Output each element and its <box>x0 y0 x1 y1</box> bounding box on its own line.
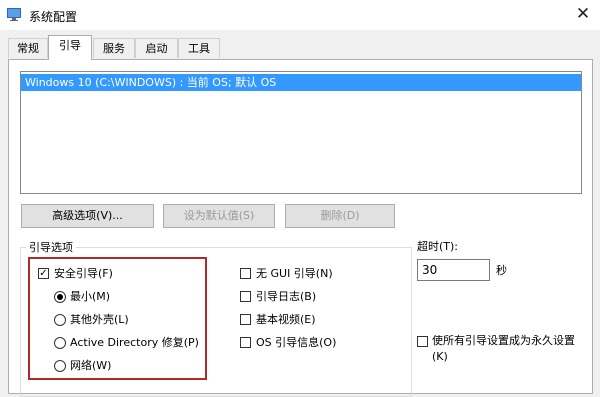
tab-startup[interactable]: 启动 <box>135 38 178 58</box>
make-permanent-checkbox[interactable] <box>417 336 428 347</box>
safe-boot-label[interactable]: 安全引导(F) <box>54 267 113 281</box>
network-radio[interactable] <box>54 360 66 372</box>
tab-general[interactable]: 常规 <box>8 38 48 58</box>
make-permanent-label[interactable]: 使所有引导设置成为永久设置 <box>432 334 575 348</box>
tab-services[interactable]: 服务 <box>93 38 135 58</box>
tab-boot[interactable]: 引导 <box>48 35 92 60</box>
base-video-checkbox[interactable] <box>240 314 251 325</box>
timeout-input[interactable]: 30 <box>417 259 490 281</box>
tab-label: 启动 <box>145 42 168 55</box>
boot-log-label[interactable]: 引导日志(B) <box>256 290 316 304</box>
make-permanent-label-hotkey[interactable]: (K) <box>432 350 448 364</box>
system-config-icon <box>7 8 21 21</box>
advanced-options-button[interactable]: 高级选项(V)... <box>21 204 154 228</box>
no-gui-boot-checkbox[interactable] <box>240 268 251 279</box>
safe-boot-checkbox[interactable]: ✓ <box>38 268 49 279</box>
ad-repair-radio[interactable] <box>54 337 66 349</box>
alternate-shell-label[interactable]: 其他外壳(L) <box>70 313 129 327</box>
network-label[interactable]: 网络(W) <box>70 359 111 373</box>
os-boot-info-checkbox[interactable] <box>240 337 251 348</box>
timeout-unit: 秒 <box>496 264 507 277</box>
ad-repair-label[interactable]: Active Directory 修复(P) <box>70 336 199 350</box>
close-button[interactable]: ✕ <box>572 3 594 25</box>
delete-button[interactable]: 删除(D) <box>285 204 395 228</box>
tab-label: 常规 <box>17 42 39 55</box>
boot-options-label: 引导选项 <box>26 239 76 255</box>
set-default-button[interactable]: 设为默认值(S) <box>163 204 275 228</box>
minimal-label[interactable]: 最小(M) <box>70 290 110 304</box>
os-list-item[interactable]: Windows 10 (C:\WINDOWS) : 当前 OS; 默认 OS <box>21 74 581 91</box>
tab-label: 工具 <box>188 42 210 55</box>
tab-tools[interactable]: 工具 <box>178 38 220 58</box>
os-boot-info-label[interactable]: OS 引导信息(O) <box>256 336 336 350</box>
tab-label: 服务 <box>103 42 125 55</box>
timeout-label: 超时(T): <box>417 240 459 253</box>
minimal-radio[interactable] <box>54 291 66 303</box>
tab-label: 引导 <box>59 39 81 52</box>
base-video-label[interactable]: 基本视频(E) <box>256 313 316 327</box>
close-icon: ✕ <box>575 4 591 24</box>
window-title: 系统配置 <box>29 10 78 24</box>
alternate-shell-radio[interactable] <box>54 314 66 326</box>
boot-log-checkbox[interactable] <box>240 291 251 302</box>
title-bar <box>0 0 600 30</box>
no-gui-boot-label[interactable]: 无 GUI 引导(N) <box>256 267 333 281</box>
